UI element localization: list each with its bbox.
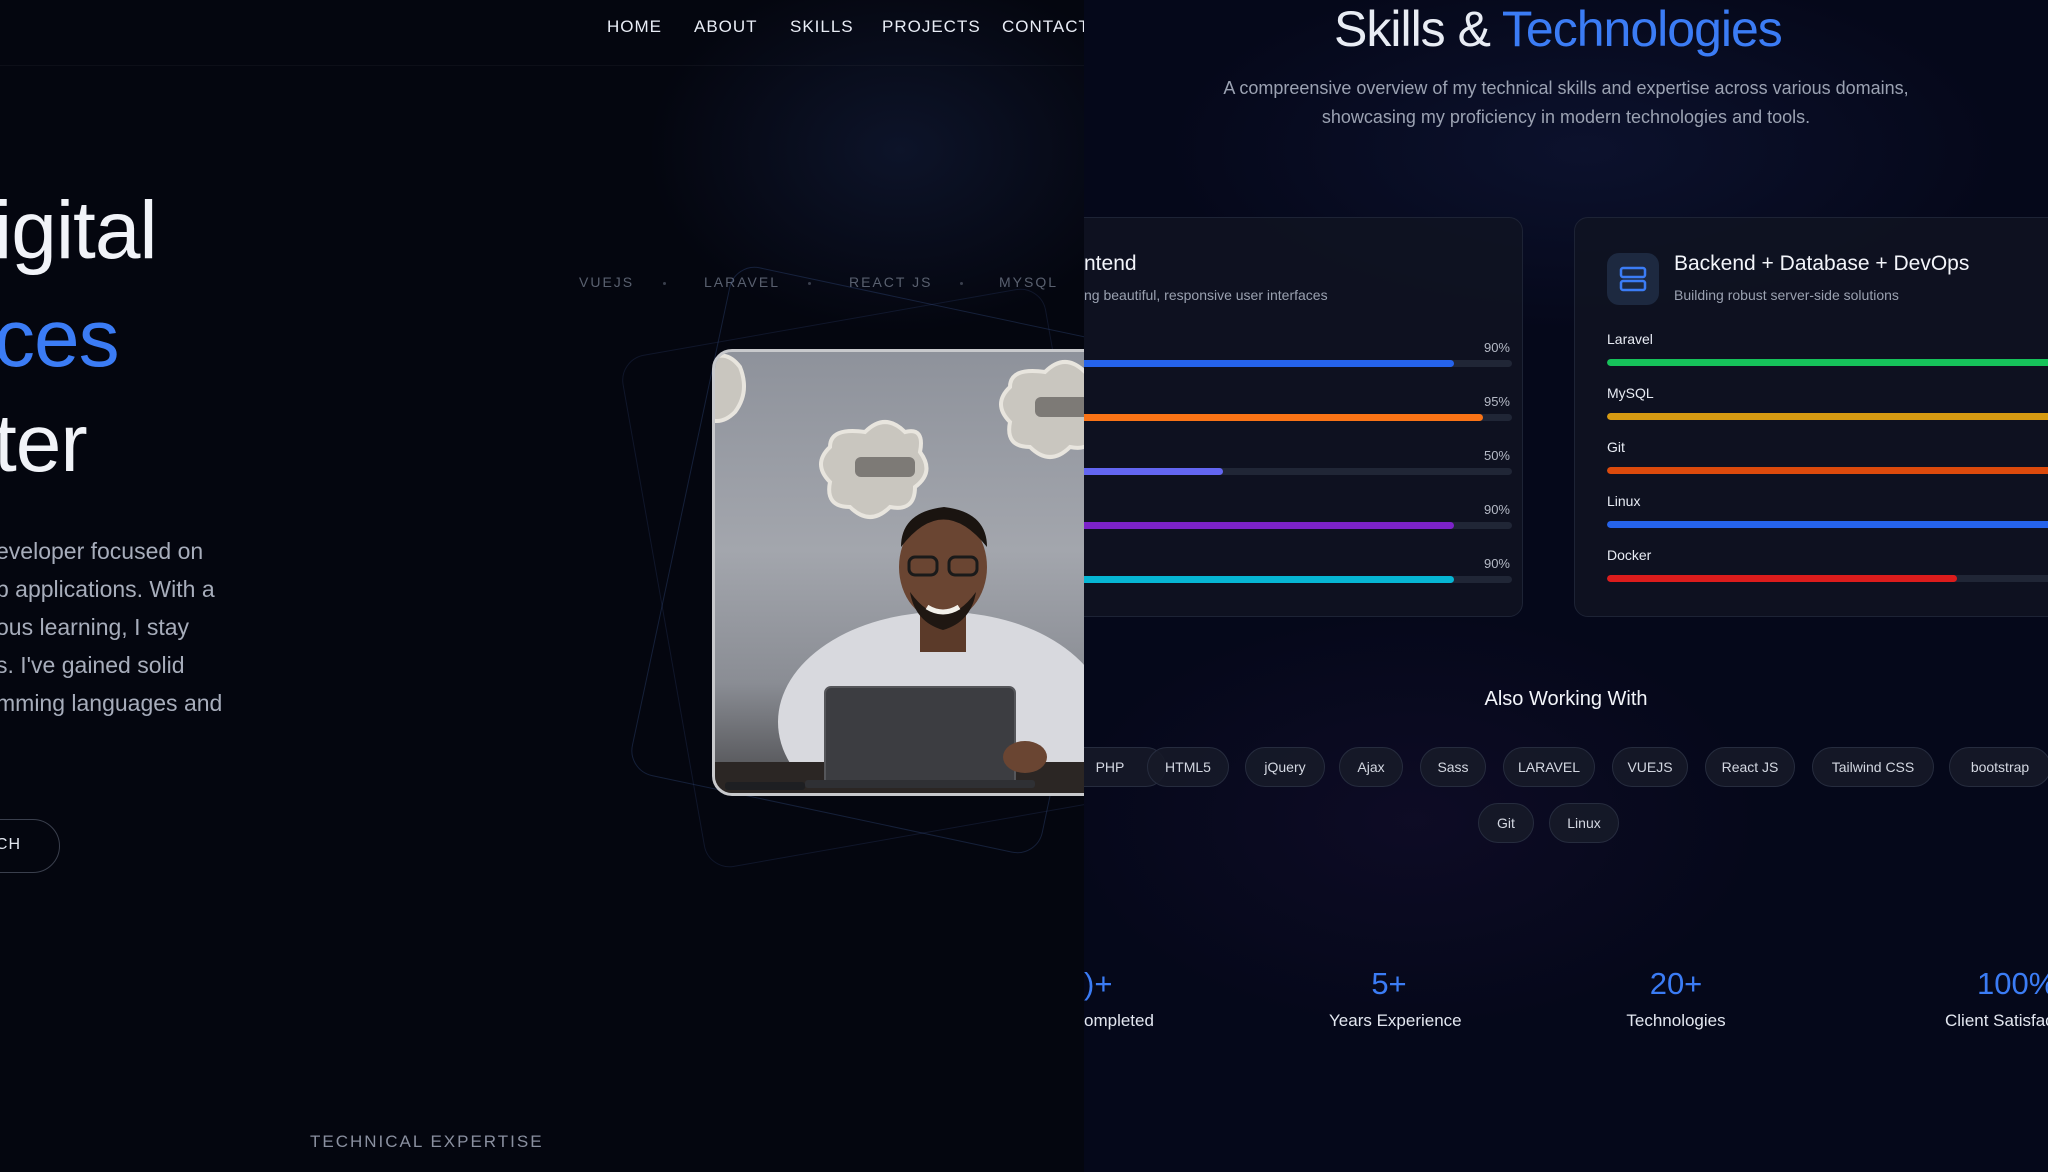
stat-label: Client Satisfac — [1945, 1011, 2048, 1030]
skill-bar — [1084, 468, 1223, 475]
hero-title-line-2: ces — [0, 293, 120, 384]
tech-pill[interactable]: HTML5 — [1147, 747, 1229, 787]
hero-cta-label: CH — [0, 836, 21, 853]
profile-photo-illustration — [715, 353, 1084, 793]
stat-label: ompleted — [1084, 1011, 1154, 1030]
stat-label: Years Experience — [1329, 1011, 1462, 1030]
skill-label: Docker — [1607, 547, 1652, 563]
nav-home[interactable]: HOME — [607, 17, 662, 37]
tech-pill[interactable]: LARAVEL — [1503, 747, 1595, 787]
hero-description-line: ous learning, I stay — [0, 614, 190, 640]
tech-pill[interactable]: Ajax — [1339, 747, 1403, 787]
skill-percent: 95% — [1483, 394, 1510, 409]
skill-percent: 50% — [1483, 448, 1510, 463]
backend-card-title: Backend + Database + DevOps — [1674, 252, 1970, 275]
skill-track — [1084, 576, 1512, 583]
skills-subtitle-line: showcasing my proficiency in modern tech… — [1321, 107, 1811, 127]
stat-label: Technologies — [1626, 1011, 1726, 1030]
tech-pill[interactable]: bootstrap — [1949, 747, 2048, 787]
hero-title-line-1: igital — [0, 185, 158, 276]
skill-bar — [1607, 467, 2048, 474]
skill-bar — [1084, 414, 1484, 421]
skill-track — [1607, 467, 2048, 474]
skill-bar — [1084, 576, 1455, 583]
skill-track — [1084, 468, 1512, 475]
floating-tag-reactjs: REACT JS — [849, 274, 933, 290]
tag-separator — [960, 282, 963, 285]
hero-description-line: b applications. With a — [0, 576, 215, 602]
skill-label: Git — [1607, 439, 1625, 455]
nav-about[interactable]: ABOUT — [694, 17, 758, 37]
skill-track — [1607, 575, 2048, 582]
skills-subtitle-line: A compreensive overview of my technical … — [1223, 78, 1909, 98]
skill-track — [1084, 414, 1512, 421]
skills-title-part1: Skills & — [1334, 1, 1491, 57]
stat-value: 100% — [1977, 966, 2048, 1001]
tech-pill[interactable]: jQuery — [1245, 747, 1325, 787]
nav-skills[interactable]: SKILLS — [790, 17, 854, 37]
skill-label: Laravel — [1607, 331, 1653, 347]
profile-photo — [712, 349, 1084, 796]
skill-bar — [1607, 413, 2048, 420]
skill-bar — [1607, 575, 1957, 582]
server-icon — [1607, 253, 1659, 305]
nav-contact[interactable]: CONTACT — [1002, 17, 1084, 37]
skills-title: Skills & Technologies — [1334, 0, 1783, 58]
skill-bar — [1084, 360, 1455, 367]
tech-pill[interactable]: Tailwind CSS — [1812, 747, 1934, 787]
hero-description-line: eveloper focused on — [0, 538, 204, 564]
skill-track — [1084, 522, 1512, 529]
tag-separator — [663, 282, 666, 285]
tech-pill[interactable]: Linux — [1549, 803, 1619, 843]
backend-card-subtitle: Building robust server-side solutions — [1674, 287, 1899, 303]
section-label: TECHNICAL EXPERTISE — [310, 1132, 544, 1151]
floating-tag-vuejs: VUEJS — [579, 274, 635, 290]
skill-label: MySQL — [1607, 385, 1654, 401]
hero-title-line-3: ter — [0, 398, 88, 489]
tech-pill[interactable]: React JS — [1705, 747, 1795, 787]
nav-projects[interactable]: PROJECTS — [882, 17, 981, 37]
hero-description-line: mming languages and — [0, 690, 223, 716]
stat-value: )+ — [1084, 966, 1113, 1001]
tech-pill[interactable]: Git — [1478, 803, 1534, 843]
top-navigation: HOME ABOUT SKILLS PROJECTS CONTACT — [0, 0, 1084, 66]
skill-percent: 90% — [1483, 340, 1510, 355]
frontend-card-subtitle: ng beautiful, responsive user interfaces — [1084, 287, 1328, 303]
skill-bar — [1607, 359, 2048, 366]
tech-pill[interactable]: VUEJS — [1612, 747, 1688, 787]
stat-value: 20+ — [1649, 966, 1703, 1001]
skill-track — [1607, 413, 2048, 420]
skill-track — [1607, 521, 2048, 528]
hero-panel: HOME ABOUT SKILLS PROJECTS CONTACT igita… — [0, 0, 1084, 1172]
stat-value: 5+ — [1371, 966, 1407, 1001]
tech-pill[interactable]: Sass — [1420, 747, 1486, 787]
floating-tag-mysql: MYSQL — [999, 274, 1059, 290]
skill-percent: 90% — [1483, 502, 1510, 517]
skills-title-accent: Technologies — [1501, 1, 1783, 57]
hero-description-line: s. I've gained solid — [0, 652, 185, 678]
hero-cta-button[interactable]: CH — [0, 819, 60, 873]
skill-bar — [1084, 522, 1455, 529]
also-working-with-title: Also Working With — [1484, 688, 1648, 710]
skills-panel: Skills & Technologies A compreensive ove… — [1084, 0, 2048, 1172]
frontend-card-title: ntend — [1084, 252, 1137, 275]
skill-label: Linux — [1607, 493, 1641, 509]
skill-track — [1084, 360, 1512, 367]
skill-bar — [1607, 521, 2048, 528]
skill-track — [1607, 359, 2048, 366]
skill-percent: 90% — [1483, 556, 1510, 571]
